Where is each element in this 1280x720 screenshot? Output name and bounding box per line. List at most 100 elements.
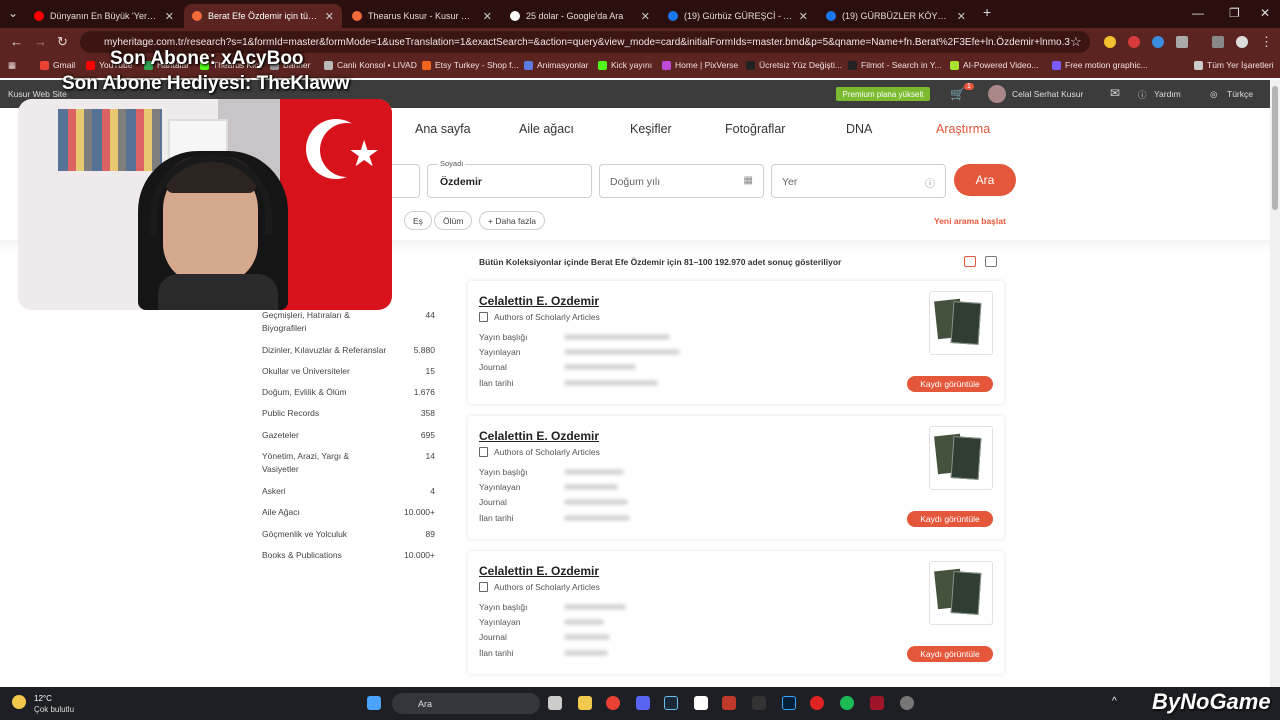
category-item[interactable]: Geçmişleri, Hatıraları & Biyografileri 44: [262, 309, 438, 335]
bookmark-item[interactable]: Ücretsiz Yüz Değişti...: [746, 60, 842, 70]
category-item[interactable]: Books & Publications 10.000+: [262, 549, 438, 562]
app-icon[interactable]: [870, 696, 884, 710]
bookmark-item[interactable]: AI-Powered Video...: [950, 60, 1038, 70]
category-item[interactable]: Dizinler, Kılavuzlar & Referanslar 5.880: [262, 344, 438, 357]
tray-chevron-icon[interactable]: ^: [1112, 696, 1126, 710]
calendar-icon[interactable]: ▦: [744, 175, 753, 186]
category-item[interactable]: Okullar ve Üniversiteler 15: [262, 365, 438, 378]
browser-tab[interactable]: Dünyanın En Büyük 'Yeraltı Topl ✕: [26, 4, 182, 28]
extension-icon[interactable]: [1128, 36, 1140, 48]
close-icon[interactable]: ✕: [483, 10, 492, 23]
chip-spouse[interactable]: Eş: [404, 211, 432, 230]
bookmark-item[interactable]: Etsy Turkey - Shop f...: [422, 60, 519, 70]
category-item[interactable]: Yönetim, Arazi, Yargı & Vasiyetler 14: [262, 450, 438, 476]
surname-field[interactable]: Soyadı Özdemir: [427, 159, 592, 198]
windows-start-icon[interactable]: [367, 696, 381, 710]
browser-tab[interactable]: (19) GÜRBÜZLER KÖYÜ | Faceb ✕: [818, 4, 974, 28]
scrollbar-thumb[interactable]: [1272, 86, 1278, 210]
close-icon[interactable]: ✕: [957, 10, 966, 23]
nav-discoveries[interactable]: Keşifler: [630, 122, 672, 136]
birth-year-field[interactable]: Doğum yılı ▦: [599, 164, 764, 198]
all-bookmarks[interactable]: Tüm Yer İşaretleri: [1194, 60, 1274, 70]
close-icon[interactable]: ✕: [799, 10, 808, 23]
menu-icon[interactable]: ⋮: [1260, 34, 1273, 50]
view-record-button[interactable]: Kaydı görüntüle: [907, 646, 993, 662]
nav-family-tree[interactable]: Aile ağacı: [519, 122, 574, 136]
chip-more[interactable]: + Daha fazla: [479, 211, 545, 230]
category-item[interactable]: Gazeteler 695: [262, 429, 438, 442]
obs-icon[interactable]: [900, 696, 914, 710]
info-icon[interactable]: ⓘ: [925, 175, 935, 190]
result-title[interactable]: Celalettin E. Ozdemir: [479, 429, 599, 443]
bookmark-item[interactable]: Gmail: [40, 60, 75, 70]
bookmark-star-icon[interactable]: ☆: [1070, 34, 1082, 50]
collection-thumbnail[interactable]: [929, 561, 993, 625]
back-icon[interactable]: ←: [10, 34, 23, 49]
new-tab-icon[interactable]: +: [983, 4, 991, 20]
browser-tab[interactable]: (19) Gürbüz GÜREŞCİ - Arama S ✕: [660, 4, 816, 28]
category-item[interactable]: Public Records 358: [262, 407, 438, 420]
extension-icon[interactable]: [1104, 36, 1116, 48]
bookmark-item[interactable]: Free motion graphic...: [1052, 60, 1148, 70]
category-item[interactable]: Doğum, Evlilik & Ölüm 1.676: [262, 386, 438, 399]
nav-dna[interactable]: DNA: [846, 122, 872, 136]
bookmark-item[interactable]: Kick yayını: [598, 60, 652, 70]
extensions-puzzle-icon[interactable]: [1176, 36, 1188, 48]
browser-tab-active[interactable]: Berat Efe Özdemir için tüm kay ✕: [184, 4, 342, 28]
help-icon[interactable]: ⓘ: [1138, 89, 1147, 101]
discord-icon[interactable]: [636, 696, 650, 710]
new-search-link[interactable]: Yeni arama başlat: [934, 216, 1006, 226]
cart-icon[interactable]: 🛒: [950, 87, 965, 101]
forward-icon[interactable]: →: [34, 34, 47, 49]
site-name[interactable]: Kusur Web Site: [8, 89, 67, 99]
category-item[interactable]: Aile Ağacı 10.000+: [262, 506, 438, 519]
table-view-icon[interactable]: [985, 256, 997, 267]
bookmark-item[interactable]: Filmot - Search in Y...: [848, 60, 941, 70]
reload-icon[interactable]: ↻: [57, 34, 68, 50]
category-item[interactable]: Göçmenlik ve Yolculuk 89: [262, 528, 438, 541]
collection-thumbnail[interactable]: [929, 291, 993, 355]
close-icon[interactable]: ✕: [641, 10, 650, 23]
reading-list-icon[interactable]: [1212, 36, 1224, 48]
bookmark-item[interactable]: Animasyonlar: [524, 60, 589, 70]
nav-photos[interactable]: Fotoğraflar: [725, 122, 785, 136]
globe-icon[interactable]: ◎: [1210, 89, 1217, 100]
bookmark-item[interactable]: Home | PixVerse: [662, 60, 738, 70]
avatar[interactable]: [988, 85, 1006, 103]
user-name[interactable]: Celal Serhat Kusur: [1012, 89, 1083, 99]
browser-tab[interactable]: 25 dolar - Google'da Ara ✕: [502, 4, 658, 28]
file-explorer-icon[interactable]: [578, 696, 592, 710]
taskbar-search[interactable]: Ara: [392, 693, 540, 714]
result-title[interactable]: Celalettin E. Ozdemir: [479, 294, 599, 308]
apps-grid-icon[interactable]: ▦: [8, 60, 16, 71]
window-close-icon[interactable]: ✕: [1260, 6, 1270, 20]
bookmark-item[interactable]: Canlı Konsol • LIVAD: [324, 60, 417, 70]
minimize-icon[interactable]: —: [1192, 6, 1204, 20]
extension-icon[interactable]: [1152, 36, 1164, 48]
close-icon[interactable]: ✕: [165, 10, 174, 23]
category-item[interactable]: Askeri 4: [262, 485, 438, 498]
mail-icon[interactable]: ✉: [1110, 86, 1120, 100]
chip-death[interactable]: Ölüm: [434, 211, 473, 230]
steam-icon[interactable]: [664, 696, 678, 710]
language-selector[interactable]: Türkçe: [1227, 89, 1253, 99]
premium-upgrade-button[interactable]: Premium plana yükselt: [836, 87, 930, 101]
profile-icon[interactable]: [1236, 36, 1248, 48]
card-view-icon[interactable]: [964, 256, 976, 267]
task-view-icon[interactable]: [548, 696, 562, 710]
search-button[interactable]: Ara: [954, 164, 1016, 196]
spotify-icon[interactable]: [840, 696, 854, 710]
capcut-icon[interactable]: [694, 696, 708, 710]
collection-thumbnail[interactable]: [929, 426, 993, 490]
browser-tab[interactable]: Thearus Kusur - Kusur Web Site ✕: [344, 4, 500, 28]
chrome-icon[interactable]: [606, 696, 620, 710]
photoshop-icon[interactable]: [782, 696, 796, 710]
app-icon[interactable]: [810, 696, 824, 710]
result-title[interactable]: Celalettin E. Ozdemir: [479, 564, 599, 578]
place-field[interactable]: Yer ⓘ: [771, 164, 946, 198]
view-record-button[interactable]: Kaydı görüntüle: [907, 511, 993, 527]
nav-home[interactable]: Ana sayfa: [415, 122, 471, 136]
nav-research[interactable]: Araştırma: [936, 122, 990, 136]
weather-icon[interactable]: [12, 695, 26, 709]
help-link[interactable]: Yardım: [1154, 89, 1181, 99]
